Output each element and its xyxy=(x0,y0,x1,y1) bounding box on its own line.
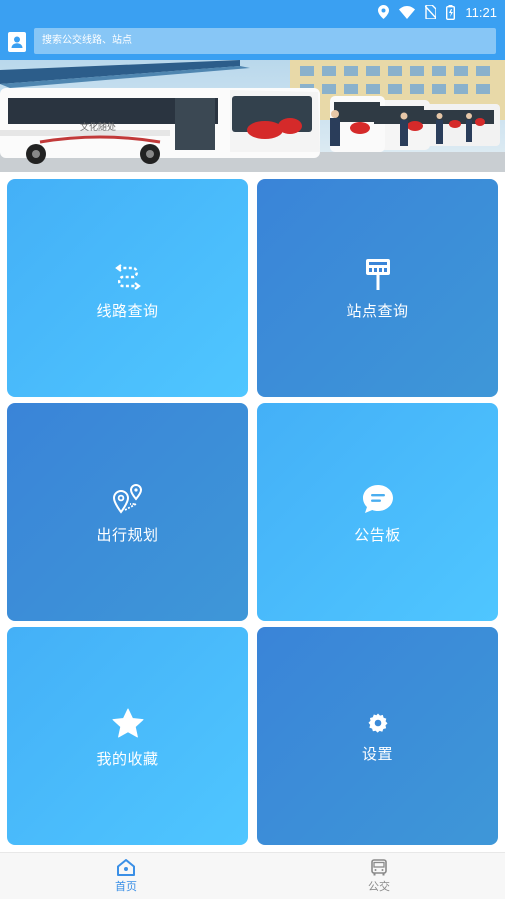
bus-side-text: 文化随处 xyxy=(80,121,116,133)
trip-plan-icon xyxy=(112,483,142,514)
bottom-navigation: 首页 公交 xyxy=(0,852,505,899)
search-bar: 搜索公交线路、站点 xyxy=(0,24,505,60)
tile-label: 设置 xyxy=(361,744,393,763)
nav-home[interactable]: 首页 xyxy=(86,859,166,894)
trip-plan-tile[interactable]: 出行规划 xyxy=(7,403,248,621)
bus-photo: 文化随处 xyxy=(0,60,505,172)
status-time: 11:21 xyxy=(465,4,497,20)
nav-home-label: 首页 xyxy=(115,880,137,893)
location-icon xyxy=(378,5,390,19)
tile-label: 我的收藏 xyxy=(96,749,159,768)
route-query-tile[interactable]: 线路查询 xyxy=(7,179,248,397)
tile-label: 出行规划 xyxy=(96,525,159,544)
search-input[interactable]: 搜索公交线路、站点 xyxy=(34,28,496,54)
announcement-tile[interactable]: 公告板 xyxy=(257,403,498,621)
contacts-icon[interactable] xyxy=(8,32,26,52)
bus-stop-icon xyxy=(365,258,390,290)
favorites-tile[interactable]: 我的收藏 xyxy=(7,627,248,845)
tile-label: 线路查询 xyxy=(96,301,159,320)
bus-icon xyxy=(371,859,387,876)
no-sim-icon xyxy=(425,5,437,19)
settings-tile[interactable]: 设置 xyxy=(257,627,498,845)
wifi-icon xyxy=(399,5,416,19)
home-icon xyxy=(117,859,135,876)
stop-query-tile[interactable]: 站点查询 xyxy=(257,179,498,397)
route-icon xyxy=(114,263,141,290)
battery-icon xyxy=(446,4,456,20)
banner-image[interactable]: 文化随处 xyxy=(0,60,505,172)
gear-icon xyxy=(368,713,387,733)
status-bar: 11:21 xyxy=(0,0,505,24)
announcement-icon xyxy=(362,484,393,513)
tile-label: 站点查询 xyxy=(346,301,409,320)
star-icon xyxy=(112,708,143,737)
nav-bus-label: 公交 xyxy=(368,880,390,893)
nav-bus[interactable]: 公交 xyxy=(339,859,419,894)
tile-label: 公告板 xyxy=(354,525,401,544)
